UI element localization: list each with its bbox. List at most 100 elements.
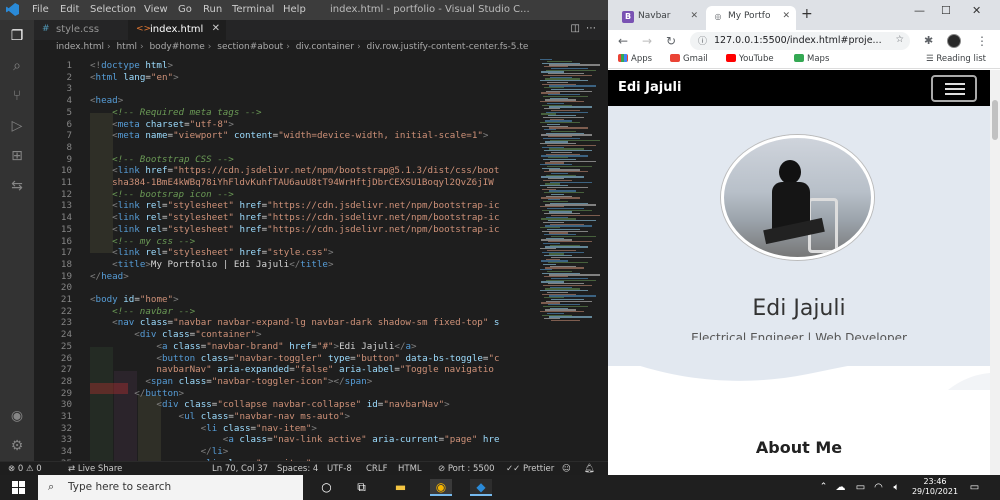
notification-center-icon[interactable]: ▭ xyxy=(966,479,983,496)
code-line[interactable]: 32 <li class="nav-item"> xyxy=(34,423,534,435)
prettier-status[interactable]: ✓✓ Prettier xyxy=(506,464,554,474)
cursor-position[interactable]: Ln 70, Col 37 xyxy=(212,464,268,474)
breadcrumb-item[interactable]: section#about xyxy=(217,42,283,52)
feedback-icon[interactable]: ☺ xyxy=(562,464,571,474)
tab-index-html[interactable]: <> index.html ✕ xyxy=(128,20,226,40)
code-line[interactable]: 15 <link rel="stylesheet" href="https://… xyxy=(34,224,534,236)
menu-file[interactable]: File xyxy=(32,4,49,15)
code-line[interactable]: 9 <!-- Bootstrap CSS --> xyxy=(34,154,534,166)
problems-indicator[interactable]: ⊗ 0 ⚠ 0 xyxy=(8,464,42,474)
encoding[interactable]: UTF-8 xyxy=(327,464,352,474)
profile-avatar[interactable] xyxy=(947,34,961,48)
remote-explorer-icon[interactable]: ⇆ xyxy=(9,178,25,194)
breadcrumb-item[interactable]: div.row.justify-content-center.fs-5.te xyxy=(367,42,529,52)
code-line[interactable]: 4 <head> xyxy=(34,95,534,107)
breadcrumb-item[interactable]: index.html xyxy=(56,42,104,52)
language-mode[interactable]: HTML xyxy=(398,464,422,474)
code-editor[interactable]: 1 <!doctype html> 2 <html lang="en"> 3 4 <head… xyxy=(34,55,534,461)
code-line[interactable]: 24 <div class="container"> xyxy=(34,329,534,341)
tab-style-css[interactable]: # style.css xyxy=(34,20,128,40)
breadcrumb-item[interactable]: html xyxy=(116,42,137,52)
menu-edit[interactable]: Edit xyxy=(60,4,79,15)
navbar-brand[interactable]: Edi Jajuli xyxy=(618,80,681,95)
cloud-icon[interactable]: ☁ xyxy=(832,479,849,496)
search-icon[interactable]: ⌕ xyxy=(9,58,25,74)
close-window-icon[interactable]: ✕ xyxy=(972,4,981,17)
live-share-button[interactable]: ⇄ Live Share xyxy=(68,464,122,474)
live-server-port[interactable]: ⊘ Port : 5500 xyxy=(438,464,495,474)
page-scrollbar[interactable] xyxy=(990,70,1000,475)
settings-gear-icon[interactable]: ⚙ xyxy=(9,438,25,454)
extensions-icon[interactable]: ⊞ xyxy=(9,148,25,164)
close-icon[interactable]: ✕ xyxy=(690,11,698,21)
browser-tab-navbar[interactable]: B Navbar ✕ xyxy=(616,6,704,30)
code-line[interactable]: 20 xyxy=(34,282,534,294)
bookmark-gmail[interactable]: Gmail xyxy=(670,54,708,64)
code-line[interactable]: 7 <meta name="viewport" content="width=d… xyxy=(34,130,534,142)
menu-go[interactable]: Go xyxy=(178,4,192,15)
back-arrow-icon[interactable]: ← xyxy=(618,34,628,48)
run-debug-icon[interactable]: ▷ xyxy=(9,118,25,134)
menu-selection[interactable]: Selection xyxy=(90,4,136,15)
accounts-icon[interactable]: ◉ xyxy=(9,408,25,424)
code-line[interactable]: 28 <span class="navbar-toggler-icon"></s… xyxy=(34,376,534,388)
new-tab-button[interactable]: + xyxy=(801,6,813,22)
taskbar-search-box[interactable]: ⌕ Type here to search xyxy=(38,475,303,500)
code-line[interactable]: 5 <!-- Required meta tags --> xyxy=(34,107,534,119)
chrome-menu-icon[interactable]: ⋮ xyxy=(976,34,988,48)
extensions-puzzle-icon[interactable]: ✱ xyxy=(924,34,933,47)
chrome-taskbar-icon[interactable]: ◉ xyxy=(430,479,452,496)
close-icon[interactable]: ✕ xyxy=(212,23,220,34)
cortana-circle-icon[interactable]: ○ xyxy=(318,479,335,496)
code-line[interactable]: 6 <meta charset="utf-8"> xyxy=(34,119,534,131)
show-hidden-icons-icon[interactable]: ⌃ xyxy=(815,479,832,496)
code-line[interactable]: 13 <link rel="stylesheet" href="https://… xyxy=(34,200,534,212)
info-icon[interactable]: ⓘ xyxy=(698,34,707,47)
code-line[interactable]: 18 <title>My Portfolio | Edi Jajuli</tit… xyxy=(34,259,534,271)
browser-tab-portfolio[interactable]: ◎ My Portfo ✕ xyxy=(706,6,796,30)
bookmark-maps[interactable]: Maps xyxy=(794,54,829,64)
code-line[interactable]: 12 <!-- bootsrap icon --> xyxy=(34,189,534,201)
code-line[interactable]: 31 <ul class="navbar-nav ms-auto"> xyxy=(34,411,534,423)
notifications-bell-icon[interactable]: 🔔︎ xyxy=(584,464,595,474)
code-line[interactable]: 10 <link href="https://cdn.jsdelivr.net/… xyxy=(34,165,534,177)
code-line[interactable]: 14 <link rel="stylesheet" href="https://… xyxy=(34,212,534,224)
wifi-icon[interactable]: ◠ xyxy=(870,479,887,496)
volume-icon[interactable]: 🔈︎ xyxy=(888,479,905,496)
code-line[interactable]: 23 <nav class="navbar navbar-expand-lg n… xyxy=(34,317,534,329)
code-line[interactable]: 30 <div class="collapse navbar-collapse"… xyxy=(34,399,534,411)
code-line[interactable]: 22 <!-- navbar --> xyxy=(34,306,534,318)
url-field[interactable]: ⓘ 127.0.0.1:5500/index.html#proje... ☆ xyxy=(690,32,910,50)
explorer-icon[interactable]: ❐ xyxy=(9,28,25,44)
code-line[interactable]: 27 navbarNav" aria-expanded="false" aria… xyxy=(34,364,534,376)
bookmark-apps[interactable]: Apps xyxy=(618,54,652,64)
windows-start-icon[interactable] xyxy=(12,481,25,494)
indentation[interactable]: Spaces: 4 xyxy=(277,464,318,474)
split-editor-icon[interactable]: ◫ xyxy=(571,23,586,34)
code-line[interactable]: 17 <link rel="stylesheet" href="style.cs… xyxy=(34,247,534,259)
menu-terminal[interactable]: Terminal xyxy=(232,4,274,15)
reload-icon[interactable]: ↻ xyxy=(666,34,676,48)
code-line[interactable]: 26 <button class="navbar-toggler" type="… xyxy=(34,353,534,365)
maximize-icon[interactable]: ☐ xyxy=(941,4,951,17)
navbar-toggler-button[interactable] xyxy=(931,75,977,102)
minimize-icon[interactable]: — xyxy=(914,4,925,17)
menu-run[interactable]: Run xyxy=(203,4,222,15)
code-line[interactable]: 34 </li> xyxy=(34,446,534,458)
code-line[interactable]: 8 xyxy=(34,142,534,154)
code-line[interactable]: 29 </button> xyxy=(34,388,534,400)
code-line[interactable]: 16 <!-- my css --> xyxy=(34,236,534,248)
code-line[interactable]: 2 <html lang="en"> xyxy=(34,72,534,84)
close-icon[interactable]: ✕ xyxy=(782,11,790,21)
code-line[interactable]: 25 <a class="navbar-brand" href="#">Edi … xyxy=(34,341,534,353)
breadcrumb-item[interactable]: div.container xyxy=(296,42,354,52)
reading-list[interactable]: ☰ Reading list xyxy=(926,54,986,64)
code-line[interactable]: 1 <!doctype html> xyxy=(34,60,534,72)
code-line[interactable]: 21 <body id="home"> xyxy=(34,294,534,306)
bookmark-youtube[interactable]: YouTube xyxy=(726,54,774,64)
menu-view[interactable]: View xyxy=(144,4,168,15)
source-control-icon[interactable]: ⑂ xyxy=(9,88,25,104)
code-line[interactable]: 19 </head> xyxy=(34,271,534,283)
more-actions-icon[interactable]: ⋯ xyxy=(586,23,602,34)
code-line[interactable]: 33 <a class="nav-link active" aria-curre… xyxy=(34,434,534,446)
